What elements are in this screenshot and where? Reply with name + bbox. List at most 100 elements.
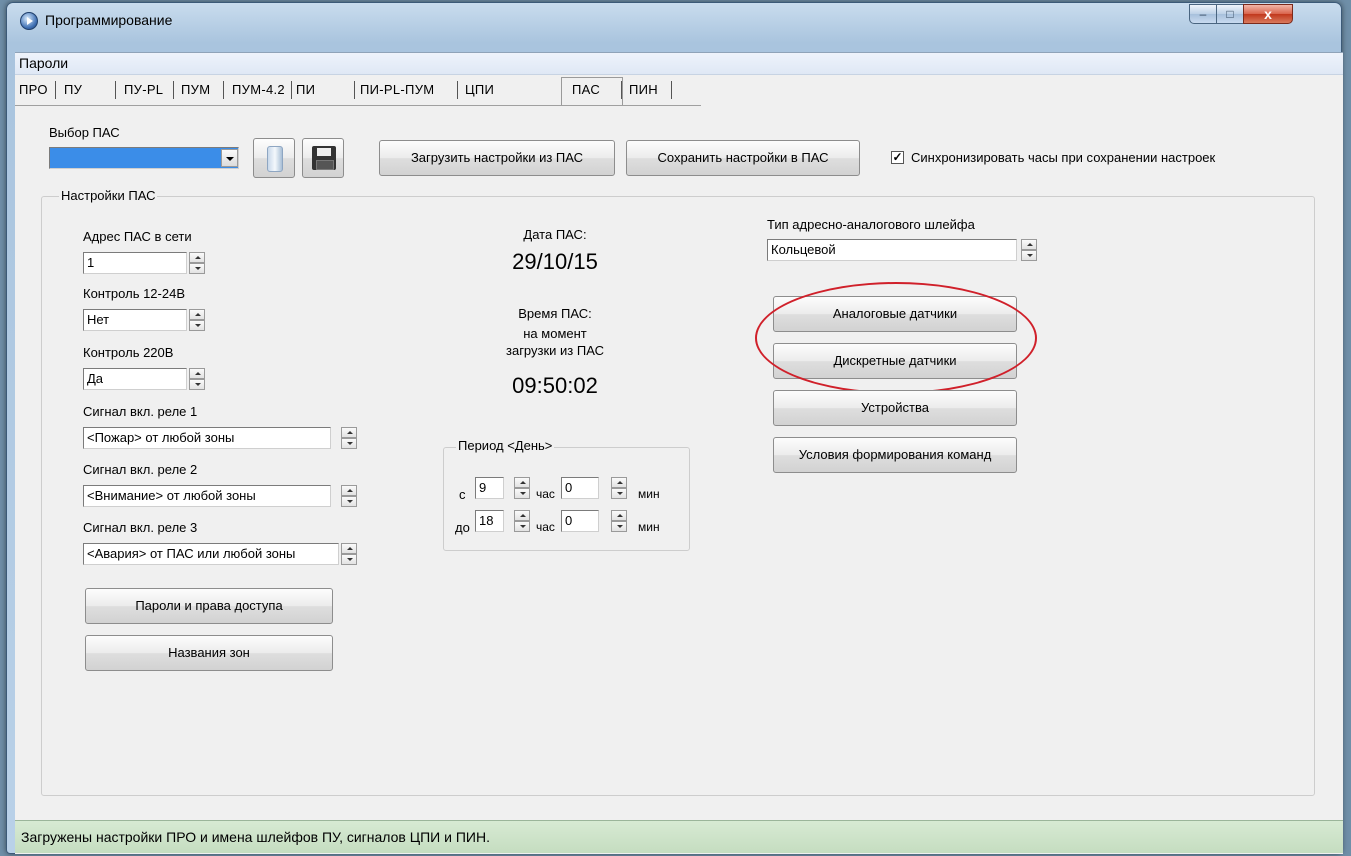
spin-up-icon[interactable]: [341, 427, 357, 438]
tab-pu-pl[interactable]: ПУ-PL: [124, 82, 163, 97]
spin-down-icon[interactable]: [189, 320, 205, 331]
control-220-field[interactable]: Да: [83, 368, 187, 390]
status-bar: Загружены настройки ПРО и имена шлейфов …: [15, 820, 1343, 853]
save-settings-button[interactable]: Сохранить настройки в ПАС: [626, 140, 860, 176]
spin-up-icon[interactable]: [341, 543, 357, 554]
tab-separator: [671, 81, 672, 99]
tab-pum-42[interactable]: ПУМ-4.2: [232, 82, 285, 97]
pas-select-label: Выбор ПАС: [49, 125, 120, 140]
tab-pu[interactable]: ПУ: [64, 82, 82, 97]
control-220-spinner[interactable]: [189, 368, 205, 390]
relay2-spinner[interactable]: [341, 485, 357, 507]
address-field[interactable]: 1: [83, 252, 187, 274]
tab-separator: [115, 81, 116, 99]
spin-up-icon[interactable]: [189, 368, 205, 379]
zone-names-label: Названия зон: [168, 645, 250, 660]
time-label: Время ПАС:: [518, 306, 592, 321]
passwords-access-button[interactable]: Пароли и права доступа: [85, 588, 333, 624]
spin-up-icon[interactable]: [189, 252, 205, 263]
load-settings-label: Загрузить настройки из ПАС: [410, 150, 584, 165]
spin-down-icon[interactable]: [611, 521, 627, 532]
spin-up-icon[interactable]: [514, 510, 530, 521]
tab-separator: [354, 81, 355, 99]
spin-down-icon[interactable]: [341, 496, 357, 507]
from-hour-field[interactable]: 9: [475, 477, 504, 499]
control-12-24-field[interactable]: Нет: [83, 309, 187, 331]
relay3-label: Сигнал вкл. реле 3: [83, 520, 198, 535]
spin-down-icon[interactable]: [189, 263, 205, 274]
relay3-field[interactable]: <Авария> от ПАС или любой зоны: [83, 543, 339, 565]
app-logo-icon: [20, 12, 38, 30]
maximize-button[interactable]: □: [1216, 4, 1244, 24]
spin-down-icon[interactable]: [1021, 250, 1037, 261]
open-file-icon: [267, 146, 283, 172]
to-hour-spinner[interactable]: [514, 510, 530, 532]
relay3-spinner[interactable]: [341, 543, 357, 565]
tab-pin[interactable]: ПИН: [629, 82, 658, 97]
spin-down-icon[interactable]: [189, 379, 205, 390]
tab-pas[interactable]: ПАС: [572, 82, 600, 97]
zone-names-button[interactable]: Названия зон: [85, 635, 333, 671]
tab-pro[interactable]: ПРО: [19, 82, 48, 97]
minimize-button[interactable]: –: [1189, 4, 1217, 24]
sync-clock-checkbox[interactable]: ✓: [891, 151, 904, 164]
control-220-label: Контроль 220В: [83, 345, 174, 360]
tab-pi-pl-pum[interactable]: ПИ-PL-ПУМ: [360, 82, 434, 97]
close-button[interactable]: x: [1243, 4, 1293, 24]
relay1-label: Сигнал вкл. реле 1: [83, 404, 198, 419]
to-hour-field[interactable]: 18: [475, 510, 504, 532]
tab-panel-border: [15, 105, 701, 106]
spin-down-icon[interactable]: [611, 488, 627, 499]
from-min-field[interactable]: 0: [561, 477, 599, 499]
date-label: Дата ПАС:: [523, 227, 587, 242]
spin-up-icon[interactable]: [341, 485, 357, 496]
load-settings-button[interactable]: Загрузить настройки из ПАС: [379, 140, 615, 176]
address-spinner[interactable]: [189, 252, 205, 274]
window-title: Программирование: [45, 12, 173, 28]
period-to-label: до: [455, 520, 470, 535]
tab-pum[interactable]: ПУМ: [181, 82, 210, 97]
menu-bar: Пароли: [15, 53, 1343, 75]
devices-button[interactable]: Устройства: [773, 390, 1017, 426]
spin-down-icon[interactable]: [341, 554, 357, 565]
save-settings-label: Сохранить настройки в ПАС: [657, 150, 829, 165]
app-window: Программирование – □ x Пароли ПРО ПУ ПУ-…: [6, 2, 1343, 854]
command-conditions-button[interactable]: Условия формирования команд: [773, 437, 1017, 473]
to-min-field[interactable]: 0: [561, 510, 599, 532]
time-note-line2: загрузки из ПАС: [506, 343, 604, 358]
spin-down-icon[interactable]: [341, 438, 357, 449]
spin-up-icon[interactable]: [611, 510, 627, 521]
tab-separator: [457, 81, 458, 99]
highlight-ellipse: [755, 282, 1037, 394]
tab-separator: [55, 81, 56, 99]
tab-pi[interactable]: ПИ: [296, 82, 315, 97]
menu-passwords[interactable]: Пароли: [19, 55, 68, 71]
control-12-24-spinner[interactable]: [189, 309, 205, 331]
spin-up-icon[interactable]: [189, 309, 205, 320]
spin-up-icon[interactable]: [1021, 239, 1037, 250]
tab-tspi[interactable]: ЦПИ: [465, 82, 494, 97]
status-text: Загружены настройки ПРО и имена шлейфов …: [21, 829, 490, 845]
command-conditions-label: Условия формирования команд: [798, 447, 992, 462]
relay1-field[interactable]: <Пожар> от любой зоны: [83, 427, 331, 449]
relay2-field[interactable]: <Внимание> от любой зоны: [83, 485, 331, 507]
from-min-spinner[interactable]: [611, 477, 627, 499]
dropdown-arrow-button[interactable]: [221, 149, 238, 167]
control-12-24-label: Контроль 12-24В: [83, 286, 186, 301]
loop-type-spinner[interactable]: [1021, 239, 1037, 261]
loop-type-field[interactable]: Кольцевой: [767, 239, 1017, 261]
tab-separator: [621, 81, 622, 99]
to-min-spinner[interactable]: [611, 510, 627, 532]
passwords-access-label: Пароли и права доступа: [135, 598, 283, 613]
from-hour-spinner[interactable]: [514, 477, 530, 499]
open-file-button[interactable]: [253, 138, 295, 178]
spin-down-icon[interactable]: [514, 488, 530, 499]
spin-up-icon[interactable]: [611, 477, 627, 488]
settings-group-title: Настройки ПАС: [59, 188, 158, 203]
spin-up-icon[interactable]: [514, 477, 530, 488]
relay1-spinner[interactable]: [341, 427, 357, 449]
period-group-title: Период <День>: [456, 438, 555, 453]
spin-down-icon[interactable]: [514, 521, 530, 532]
pas-select-dropdown[interactable]: [49, 147, 239, 169]
save-file-button[interactable]: [302, 138, 344, 178]
